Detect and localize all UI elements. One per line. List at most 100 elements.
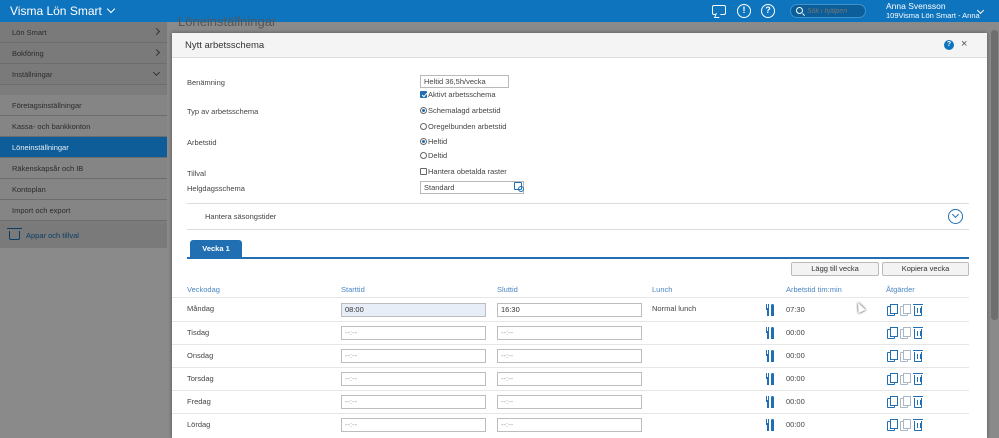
start-time-input[interactable]: 08:00 [341, 303, 486, 317]
helgdag-input[interactable]: Standard [420, 181, 524, 194]
sidebar-item-loneinstallningar[interactable]: Löneinställningar [0, 137, 167, 158]
start-time-input[interactable]: --:-- [341, 326, 486, 340]
alert-icon[interactable]: ! [737, 4, 751, 18]
benamning-label: Benämning [187, 78, 225, 87]
aktivt-checkbox[interactable] [420, 91, 427, 98]
worktime-value: 00:00 [786, 397, 805, 406]
copy-week-button[interactable]: Kopiera vecka [882, 262, 969, 276]
typ-schemalagd-radio[interactable] [420, 107, 427, 114]
typ-label: Typ av arbetsschema [187, 107, 259, 116]
help-search-input[interactable] [807, 6, 865, 17]
trash-icon[interactable] [913, 396, 923, 408]
end-time-input[interactable]: 16:30 [497, 303, 642, 317]
page-scrollbar-thumb[interactable] [991, 30, 998, 320]
sidebar-item-installningar[interactable]: Inställningar [0, 64, 167, 85]
start-time-input[interactable]: --:-- [341, 349, 486, 363]
paste-icon[interactable] [900, 304, 911, 316]
typ-oregelbunden-radio[interactable] [420, 123, 427, 130]
sidebar-item-kontoplan[interactable]: Kontoplan [0, 179, 167, 200]
arbetstid-deltid-radio[interactable] [420, 152, 427, 159]
col-header-start: Starttid [341, 285, 365, 294]
start-time-input[interactable]: --:-- [341, 418, 486, 432]
col-header-worktime: Arbetstid tim:min [786, 285, 842, 294]
worktime-value: 00:00 [786, 351, 805, 360]
col-header-end: Sluttid [497, 285, 518, 294]
copy-icon[interactable] [887, 373, 898, 385]
new-schedule-dialog: Nytt arbetsschema ? × Benämning Heltid 3… [172, 33, 987, 438]
tillval-label: Tillval [187, 169, 206, 178]
close-icon[interactable]: × [961, 38, 967, 50]
row-day: Fredag [187, 397, 211, 406]
sidebar-apps-link[interactable]: Appar och tillval [0, 224, 167, 248]
copy-icon[interactable] [887, 396, 898, 408]
chevron-right-icon [152, 48, 161, 57]
paste-icon[interactable] [900, 373, 911, 385]
paste-icon[interactable] [900, 396, 911, 408]
user-name: Anna Svensson [886, 1, 946, 11]
divider [187, 229, 969, 230]
end-time-input[interactable]: --:-- [497, 372, 642, 386]
lunch-fork-knife-icon[interactable] [765, 304, 775, 316]
worktime-value: 07:30 [786, 305, 805, 314]
benamning-input[interactable]: Heltid 36,5h/vecka [420, 75, 509, 88]
header-divider [172, 297, 969, 298]
paste-icon[interactable] [900, 327, 911, 339]
row-divider [172, 413, 969, 414]
trash-icon[interactable] [913, 373, 923, 385]
helgdag-label: Helgdagsschema [187, 184, 245, 193]
arbetstid-heltid-radio[interactable] [420, 138, 427, 145]
row-divider [172, 321, 969, 322]
lunch-fork-knife-icon[interactable] [765, 396, 775, 408]
row-day: Tisdag [187, 328, 210, 337]
trash-icon[interactable] [913, 350, 923, 362]
trash-icon[interactable] [913, 327, 923, 339]
row-divider [172, 390, 969, 391]
paste-icon[interactable] [900, 350, 911, 362]
arbetstid-deltid-label: Deltid [428, 151, 448, 160]
start-time-input[interactable]: --:-- [341, 372, 486, 386]
sidebar-item-bokforing[interactable]: Bokföring [0, 43, 167, 64]
copy-icon[interactable] [887, 419, 898, 431]
sidebar-item-lon-smart[interactable]: Lön Smart [0, 22, 167, 43]
user-menu[interactable]: Anna Svensson 109Visma Lön Smart - Anna [886, 1, 980, 21]
app-switcher-chevron-icon[interactable] [106, 4, 116, 14]
season-expand-icon[interactable] [948, 209, 963, 224]
row-day: Onsdag [187, 351, 214, 360]
copy-icon[interactable] [887, 327, 898, 339]
dialog-help-icon[interactable]: ? [944, 40, 954, 50]
top-bar: Visma Lön Smart ! ? Anna Svensson 109Vis… [0, 0, 999, 22]
add-week-button[interactable]: Lägg till vecka [791, 262, 879, 276]
lunch-fork-knife-icon[interactable] [765, 350, 775, 362]
help-search[interactable] [790, 4, 866, 18]
lunch-fork-knife-icon[interactable] [765, 327, 775, 339]
arbetstid-label: Arbetstid [187, 138, 217, 147]
arbetstid-heltid-label: Heltid [428, 137, 448, 146]
sidebar-item-foretagsinstallningar[interactable]: Företagsinställningar [0, 95, 167, 116]
copy-icon[interactable] [887, 350, 898, 362]
lunch-fork-knife-icon[interactable] [765, 373, 775, 385]
copy-icon[interactable] [887, 304, 898, 316]
app-title[interactable]: Visma Lön Smart [10, 4, 102, 18]
row-divider [172, 344, 969, 345]
sidebar-item-import-export[interactable]: Import och export [0, 200, 167, 221]
trash-icon[interactable] [913, 419, 923, 431]
paste-icon[interactable] [900, 419, 911, 431]
sidebar-item-kassa-bankkonton[interactable]: Kassa- och bankkonton [0, 116, 167, 137]
sidebar-item-rakenskapsar[interactable]: Räkenskapsår och IB [0, 158, 167, 179]
end-time-input[interactable]: --:-- [497, 349, 642, 363]
lunch-fork-knife-icon[interactable] [765, 419, 775, 431]
end-time-input[interactable]: --:-- [497, 395, 642, 409]
end-time-input[interactable]: --:-- [497, 326, 642, 340]
trash-icon[interactable] [913, 304, 923, 316]
row-day: Lördag [187, 420, 211, 429]
tab-vecka-1[interactable]: Vecka 1 [190, 240, 242, 257]
obetalda-raster-checkbox[interactable] [420, 168, 427, 175]
lookup-icon[interactable] [514, 182, 524, 192]
start-time-input[interactable]: --:-- [341, 395, 486, 409]
worktime-value: 00:00 [786, 328, 805, 337]
end-time-input[interactable]: --:-- [497, 418, 642, 432]
chevron-down-icon [152, 68, 161, 77]
chat-icon[interactable] [712, 5, 726, 15]
help-icon[interactable]: ? [761, 4, 775, 18]
aktivt-label: Aktivt arbetsschema [428, 90, 496, 99]
